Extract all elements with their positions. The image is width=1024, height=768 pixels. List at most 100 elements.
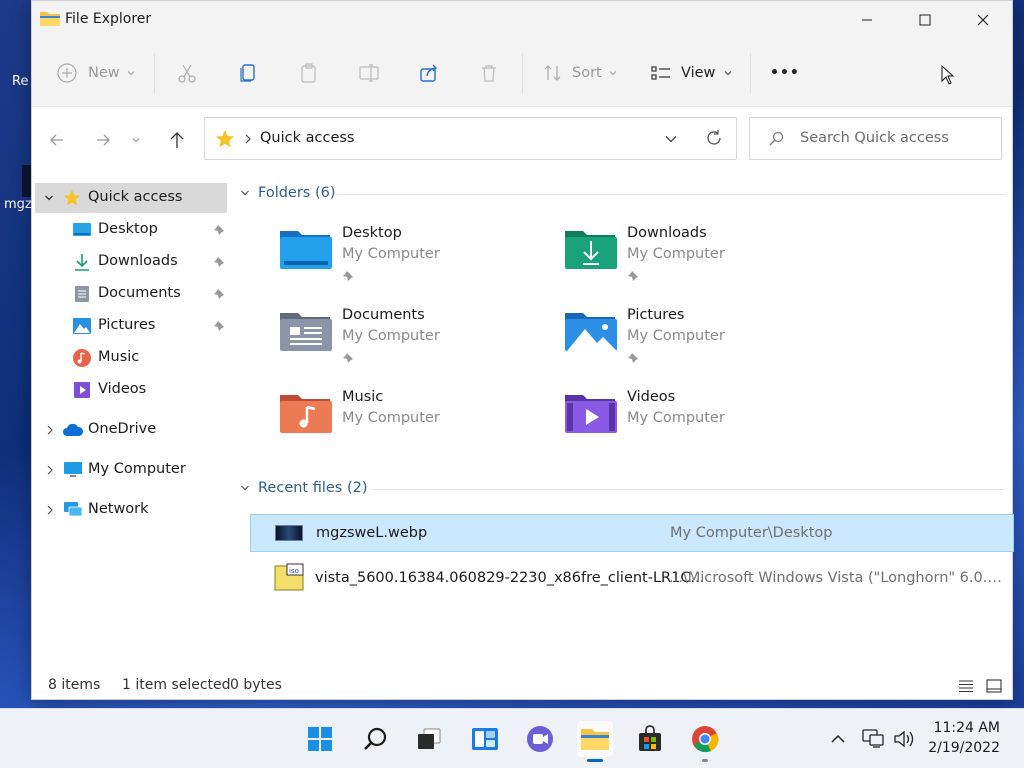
- folder-tile-downloads[interactable]: Downloads My Computer: [563, 225, 833, 295]
- clock-time[interactable]: 11:24 AM: [926, 720, 1000, 736]
- chevron-down-icon: [609, 71, 617, 76]
- back-button[interactable]: [44, 127, 70, 153]
- refresh-icon[interactable]: [705, 129, 723, 147]
- sidebar-item-downloads[interactable]: Downloads: [35, 247, 227, 277]
- chevron-right-icon[interactable]: [46, 505, 54, 515]
- chevron-up-icon[interactable]: [829, 730, 847, 748]
- view-list-icon: [651, 66, 670, 80]
- clock-date[interactable]: 2/19/2022: [926, 740, 1000, 756]
- sidebar-item-quick-access[interactable]: Quick access: [35, 183, 227, 213]
- share-icon: [420, 64, 437, 82]
- task-view-button[interactable]: [411, 721, 447, 757]
- cloud-icon: [63, 423, 84, 436]
- windows-logo-icon: [308, 727, 332, 751]
- sidebar-item-desktop[interactable]: Desktop: [35, 215, 227, 245]
- command-bar: New Sort View •••: [32, 39, 1012, 107]
- pin-icon: [628, 271, 638, 281]
- folder-tile-videos[interactable]: Videos My Computer: [563, 389, 833, 459]
- pin-icon[interactable]: [213, 224, 225, 236]
- documents-folder-icon: [280, 313, 332, 351]
- details-view-icon[interactable]: [958, 679, 974, 693]
- widgets-button[interactable]: [467, 721, 503, 757]
- view-button[interactable]: View: [650, 39, 733, 107]
- star-icon: [63, 189, 81, 206]
- trash-icon: [482, 65, 496, 82]
- copy-button[interactable]: [237, 39, 259, 107]
- chevron-down-icon: [127, 71, 135, 76]
- sort-button[interactable]: Sort: [542, 39, 618, 107]
- chevron-right-icon[interactable]: [46, 425, 54, 435]
- videos-folder-icon: [565, 395, 617, 433]
- svg-text:iso: iso: [289, 567, 299, 575]
- computer-icon: [64, 462, 82, 477]
- cut-button[interactable]: [176, 39, 198, 107]
- minimize-button[interactable]: [838, 1, 896, 39]
- folder-tile-desktop[interactable]: Desktop My Computer: [278, 225, 548, 295]
- forward-button[interactable]: [90, 127, 116, 153]
- mouse-cursor-icon: [941, 65, 955, 85]
- sidebar-item-network[interactable]: Network: [35, 495, 227, 525]
- image-thumbnail-icon: [275, 525, 303, 541]
- recent-locations-button[interactable]: [128, 127, 144, 153]
- file-explorer-taskbar-button[interactable]: [577, 721, 613, 762]
- title-bar[interactable]: File Explorer: [32, 1, 1012, 39]
- share-button[interactable]: [418, 39, 440, 107]
- file-explorer-icon: [40, 12, 60, 26]
- file-explorer-window: File Explorer New Sort View ••• Quick ac…: [31, 0, 1014, 700]
- network-status-icon[interactable]: [862, 729, 884, 749]
- address-bar[interactable]: Quick access: [204, 117, 737, 160]
- search-icon: [769, 131, 784, 146]
- section-divider: [372, 489, 1004, 490]
- sidebar-item-my-computer[interactable]: My Computer: [35, 455, 227, 485]
- file-explorer-icon: [581, 729, 609, 750]
- folder-tile-documents[interactable]: Documents My Computer: [278, 307, 548, 377]
- chevron-down-icon[interactable]: [664, 132, 678, 146]
- recent-file-row[interactable]: iso vista_5600.16384.060829-2230_x86fre_…: [250, 559, 1014, 597]
- search-box[interactable]: Search Quick access: [749, 117, 1002, 160]
- folder-tile-music[interactable]: Music My Computer: [278, 389, 548, 459]
- sidebar-item-pictures[interactable]: Pictures: [35, 311, 227, 341]
- sidebar-item-documents[interactable]: Documents: [35, 279, 227, 309]
- recent-files-section-header[interactable]: Recent files (2): [240, 480, 368, 496]
- pin-icon[interactable]: [213, 288, 225, 300]
- folders-section-header[interactable]: Folders (6): [240, 185, 336, 201]
- star-icon: [216, 130, 234, 148]
- rename-button[interactable]: [358, 39, 380, 107]
- sidebar-item-onedrive[interactable]: OneDrive: [35, 415, 227, 445]
- toolbar-separator: [750, 53, 751, 93]
- up-button[interactable]: [164, 127, 190, 153]
- item-count: 8 items: [48, 677, 101, 693]
- copy-icon: [240, 64, 255, 82]
- close-button[interactable]: [954, 1, 1012, 39]
- volume-icon[interactable]: [893, 729, 915, 749]
- pin-icon[interactable]: [213, 320, 225, 332]
- folder-tile-pictures[interactable]: Pictures My Computer: [563, 307, 833, 377]
- chevron-right-icon[interactable]: [46, 465, 54, 475]
- pin-icon[interactable]: [213, 256, 225, 268]
- section-divider: [336, 194, 1004, 195]
- paste-button[interactable]: [298, 39, 320, 107]
- pin-icon: [343, 271, 353, 281]
- delete-button[interactable]: [478, 39, 500, 107]
- store-button[interactable]: [632, 721, 668, 757]
- document-icon: [75, 286, 89, 302]
- tiles-view-icon[interactable]: [986, 679, 1002, 693]
- more-options-button[interactable]: •••: [770, 39, 800, 107]
- sidebar-item-music[interactable]: Music: [35, 343, 227, 373]
- search-taskbar-button[interactable]: [357, 721, 393, 757]
- start-button[interactable]: [302, 721, 338, 757]
- desktop-recycle-bin-label[interactable]: Re: [12, 74, 28, 89]
- sort-icon: [544, 65, 561, 81]
- chat-button[interactable]: [522, 721, 558, 757]
- maximize-button[interactable]: [896, 1, 954, 39]
- address-current-location[interactable]: Quick access: [260, 130, 354, 146]
- sidebar-item-videos[interactable]: Videos: [35, 375, 227, 405]
- chrome-button[interactable]: [687, 721, 723, 762]
- chevron-down-icon[interactable]: [44, 193, 54, 203]
- maximize-icon: [919, 14, 931, 26]
- running-indicator: [702, 759, 708, 762]
- network-icon: [64, 502, 83, 517]
- recent-file-row[interactable]: mgzsweL.webp My Computer\Desktop: [250, 514, 1014, 552]
- downloads-folder-icon: [565, 231, 617, 269]
- new-button[interactable]: New: [56, 39, 136, 107]
